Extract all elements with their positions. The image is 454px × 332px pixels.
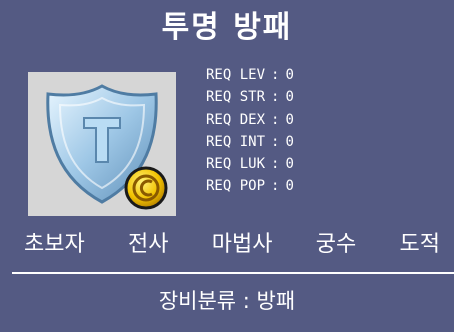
job-beginner: 초보자 xyxy=(24,232,85,257)
item-icon-frame xyxy=(28,72,176,216)
job-warrior: 전사 xyxy=(128,232,169,257)
req-dex-row: REQ DEX:0 xyxy=(206,109,406,131)
req-value: 0 xyxy=(285,133,294,150)
req-separator: : xyxy=(271,133,280,150)
job-magician: 마법사 xyxy=(211,232,273,257)
req-pop-row: REQ POP:0 xyxy=(206,175,406,197)
req-lev-row: REQ LEV:0 xyxy=(206,64,406,86)
req-value: 0 xyxy=(285,111,294,128)
req-separator: : xyxy=(271,67,280,83)
job-thief: 도적 xyxy=(399,232,440,257)
equipment-category: 장비분류 : 방패 xyxy=(158,289,296,313)
req-value: 0 xyxy=(285,178,294,195)
job-list: 초보자 전사 마법사 궁수 도적 xyxy=(0,228,454,262)
req-label: REQ LEV xyxy=(206,67,266,83)
item-tooltip: 투명 방패 REQ LEV:0 REQ STR: 0 REQ DEX: 0 … xyxy=(0,0,454,332)
job-bowman: 궁수 xyxy=(315,232,357,257)
req-label: REQ INT xyxy=(206,133,266,150)
req-value: 0 xyxy=(285,67,294,83)
req-separator: : xyxy=(271,111,280,128)
requirements-list: REQ LEV:0 REQ STR:0 REQ DEX:0 REQ INT:0 … xyxy=(206,64,406,198)
req-label: REQ LUK xyxy=(206,156,266,173)
item-name: 투명 방패 xyxy=(161,10,293,45)
req-luk-row: REQ LUK:0 xyxy=(206,153,406,175)
shield-icon xyxy=(46,84,168,210)
req-label: REQ POP xyxy=(206,178,266,195)
req-separator: : xyxy=(271,156,280,173)
req-label: REQ DEX xyxy=(206,111,266,128)
divider xyxy=(12,272,454,274)
req-value: 0 xyxy=(285,156,294,173)
req-separator: : xyxy=(271,178,280,195)
req-value: 0 xyxy=(285,89,294,106)
req-label: REQ STR xyxy=(206,89,266,106)
req-int-row: REQ INT:0 xyxy=(206,131,406,153)
req-str-row: REQ STR:0 xyxy=(206,86,406,108)
req-separator: : xyxy=(271,89,280,106)
